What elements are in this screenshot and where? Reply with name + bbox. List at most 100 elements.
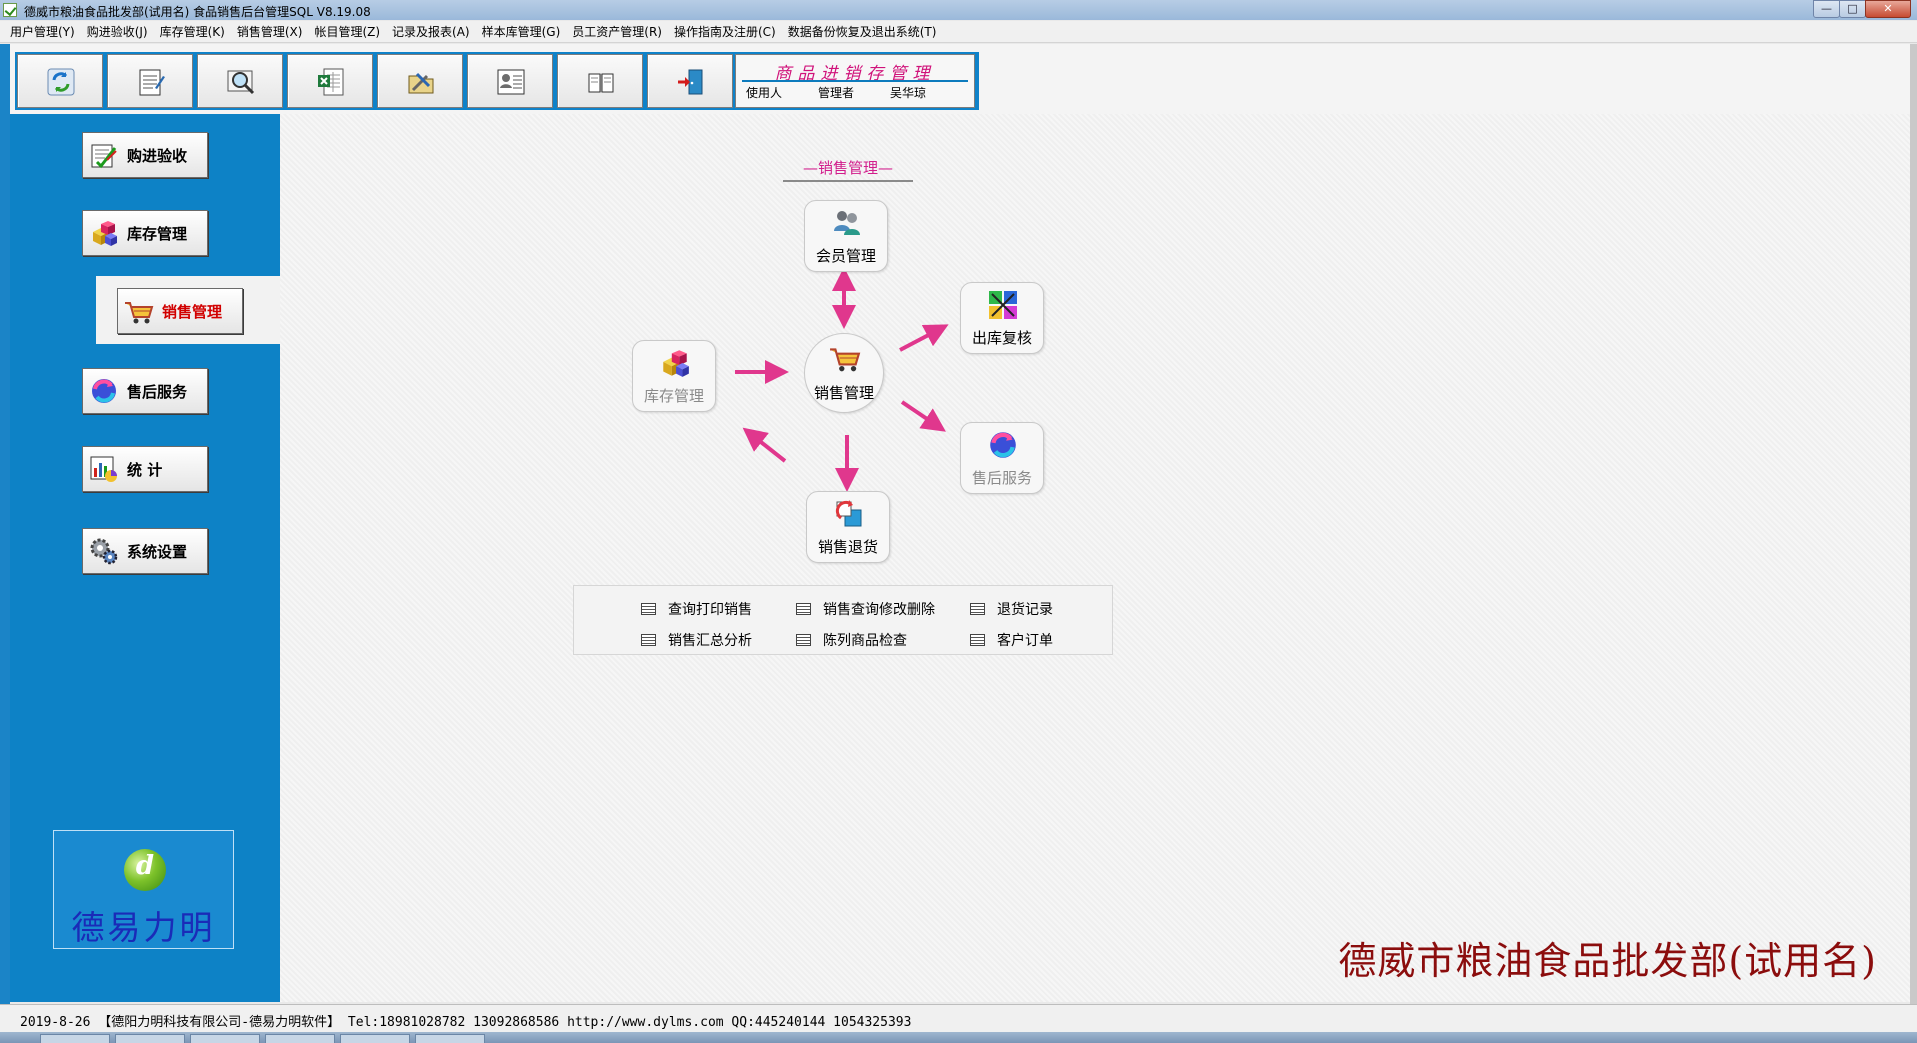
- exit-door-icon: [678, 69, 703, 95]
- link-query-print-sales[interactable]: 查询打印销售: [641, 599, 752, 619]
- link-sales-edit-delete[interactable]: 销售查询修改删除: [796, 599, 935, 619]
- minimize-button[interactable]: —: [1813, 0, 1840, 18]
- minimize-icon: —: [1821, 2, 1832, 15]
- document-icon: [796, 603, 811, 615]
- sales-return-icon: [835, 500, 862, 527]
- brand-panel: 商品进销存管理 使用人 管理者 吴华琼: [735, 54, 975, 108]
- link-return-records[interactable]: 退货记录: [970, 599, 1053, 619]
- document-icon: [796, 634, 811, 646]
- node-after-sales[interactable]: 售后服务: [960, 422, 1044, 494]
- inventory-boxes-icon: [93, 221, 117, 246]
- brand-divider: [742, 80, 968, 82]
- toolbar-exit-button[interactable]: [647, 54, 733, 108]
- menu-inventory[interactable]: 库存管理(K): [154, 23, 231, 40]
- toolbar-book-button[interactable]: [557, 54, 643, 108]
- taskbar-item[interactable]: [190, 1034, 260, 1043]
- sidebar-item-label: 库存管理: [127, 224, 188, 243]
- menu-purchase[interactable]: 购进验收(J): [81, 23, 154, 40]
- node-member[interactable]: 会员管理: [804, 200, 888, 272]
- close-button[interactable]: ✕: [1865, 0, 1911, 18]
- book-icon: [588, 73, 614, 93]
- link-label: 销售查询修改删除: [823, 602, 935, 618]
- node-inventory[interactable]: 库存管理: [632, 340, 716, 412]
- shopping-cart-icon: [125, 302, 154, 324]
- content-texture: [280, 114, 1910, 1002]
- maximize-icon: □: [1847, 2, 1858, 15]
- sidebar-item-sales[interactable]: 销售管理: [117, 288, 243, 334]
- link-label: 查询打印销售: [668, 602, 752, 618]
- menu-staff-assets[interactable]: 员工资产管理(R): [566, 23, 668, 40]
- node-outbound-review[interactable]: 出库复核: [960, 282, 1044, 354]
- user-role: 管理者: [818, 86, 855, 100]
- menu-guide-register[interactable]: 操作指南及注册(C): [668, 23, 782, 40]
- vendor-logo: d 德易力明: [53, 830, 234, 949]
- menu-accounts[interactable]: 帐目管理(Z): [308, 23, 386, 40]
- node-sales-return-label: 销售退货: [817, 538, 878, 556]
- menu-sales[interactable]: 销售管理(X): [231, 23, 309, 40]
- magnifier-icon: [227, 70, 255, 95]
- toolbar-refresh-button[interactable]: [17, 54, 103, 108]
- taskbar-item[interactable]: [340, 1034, 410, 1043]
- menu-samples[interactable]: 样本库管理(G): [476, 23, 567, 40]
- statistics-chart-icon: [90, 456, 117, 482]
- after-sales-icon: [990, 432, 1016, 458]
- toolbar: 商品进销存管理 使用人 管理者 吴华琼: [15, 52, 979, 110]
- user-label: 使用人: [746, 86, 783, 100]
- section-title: —销售管理—: [802, 159, 893, 177]
- logo-text: 德易力明: [71, 908, 216, 947]
- window-frame-left: [0, 44, 10, 1004]
- sidebar-item-label: 售后服务: [127, 382, 188, 401]
- spreadsheet-icon: [318, 68, 344, 96]
- taskbar-item[interactable]: [40, 1034, 110, 1043]
- main-content: [280, 114, 1910, 1002]
- sidebar-item-after-sales[interactable]: 售后服务: [82, 368, 208, 414]
- toolbar-contacts-button[interactable]: [467, 54, 553, 108]
- sidebar-item-label: 销售管理: [162, 302, 223, 321]
- sidebar-item-purchase[interactable]: 购进验收: [82, 132, 208, 178]
- taskbar-item[interactable]: [265, 1034, 335, 1043]
- node-sales-label: 销售管理: [813, 384, 874, 402]
- menu-backup-exit[interactable]: 数据备份恢复及退出系统(T): [782, 23, 943, 40]
- document-icon: [970, 603, 985, 615]
- sidebar-item-label: 统 计: [127, 460, 163, 479]
- sidebar: 购进验收 库存管理 销售管理 售后服务 统 计 系统设置 d 德易力明: [10, 114, 280, 1002]
- toolbar-notepad-button[interactable]: [107, 54, 193, 108]
- node-after-sales-label: 售后服务: [971, 469, 1032, 487]
- toolbar-tools-button[interactable]: [377, 54, 463, 108]
- maximize-button[interactable]: □: [1839, 0, 1866, 18]
- sidebar-item-statistics[interactable]: 统 计: [82, 446, 208, 492]
- link-sales-summary[interactable]: 销售汇总分析: [641, 630, 752, 650]
- user-info: 使用人 管理者 吴华琼: [746, 84, 968, 101]
- toolbar-search-button[interactable]: [197, 54, 283, 108]
- node-sales-return[interactable]: 销售退货: [806, 491, 890, 563]
- taskbar-item[interactable]: [115, 1034, 185, 1043]
- refresh-icon: [47, 68, 75, 96]
- sidebar-item-label: 系统设置: [127, 542, 188, 561]
- sidebar-item-inventory[interactable]: 库存管理: [82, 210, 208, 256]
- link-label: 客户订单: [997, 633, 1053, 649]
- link-label: 陈列商品检查: [823, 633, 907, 649]
- window-title: 德威市粮油食品批发部(试用名) 食品销售后台管理SQL V8.19.08: [24, 5, 371, 19]
- sidebar-item-settings[interactable]: 系统设置: [82, 528, 208, 574]
- link-label: 销售汇总分析: [668, 633, 752, 649]
- document-icon: [641, 603, 656, 615]
- notepad-icon: [139, 69, 165, 96]
- status-bar: 2019-8-26 【德阳力明科技有限公司-德易力明软件】 Tel:189810…: [0, 1004, 1917, 1032]
- menu-reports[interactable]: 记录及报表(A): [386, 23, 476, 40]
- sidebar-item-label: 购进验收: [127, 146, 188, 165]
- user-name: 吴华琼: [890, 86, 927, 100]
- menu-user[interactable]: 用户管理(Y): [4, 23, 81, 40]
- shopping-cart-icon: [830, 348, 861, 372]
- node-member-label: 会员管理: [815, 247, 876, 265]
- purchase-check-icon: [91, 144, 117, 169]
- link-display-goods-check[interactable]: 陈列商品检查: [796, 630, 907, 650]
- node-sales[interactable]: 销售管理: [804, 333, 884, 413]
- taskbar-item[interactable]: [415, 1034, 485, 1043]
- toolbar-spreadsheet-button[interactable]: [287, 54, 373, 108]
- inventory-boxes-icon: [663, 350, 689, 377]
- taskbar: [0, 1032, 1917, 1043]
- settings-gears-icon: [90, 538, 118, 565]
- menu-bar: 用户管理(Y) 购进验收(J) 库存管理(K) 销售管理(X) 帐目管理(Z) …: [0, 21, 1917, 43]
- section-underline: [783, 180, 913, 182]
- link-customer-orders[interactable]: 客户订单: [970, 630, 1053, 650]
